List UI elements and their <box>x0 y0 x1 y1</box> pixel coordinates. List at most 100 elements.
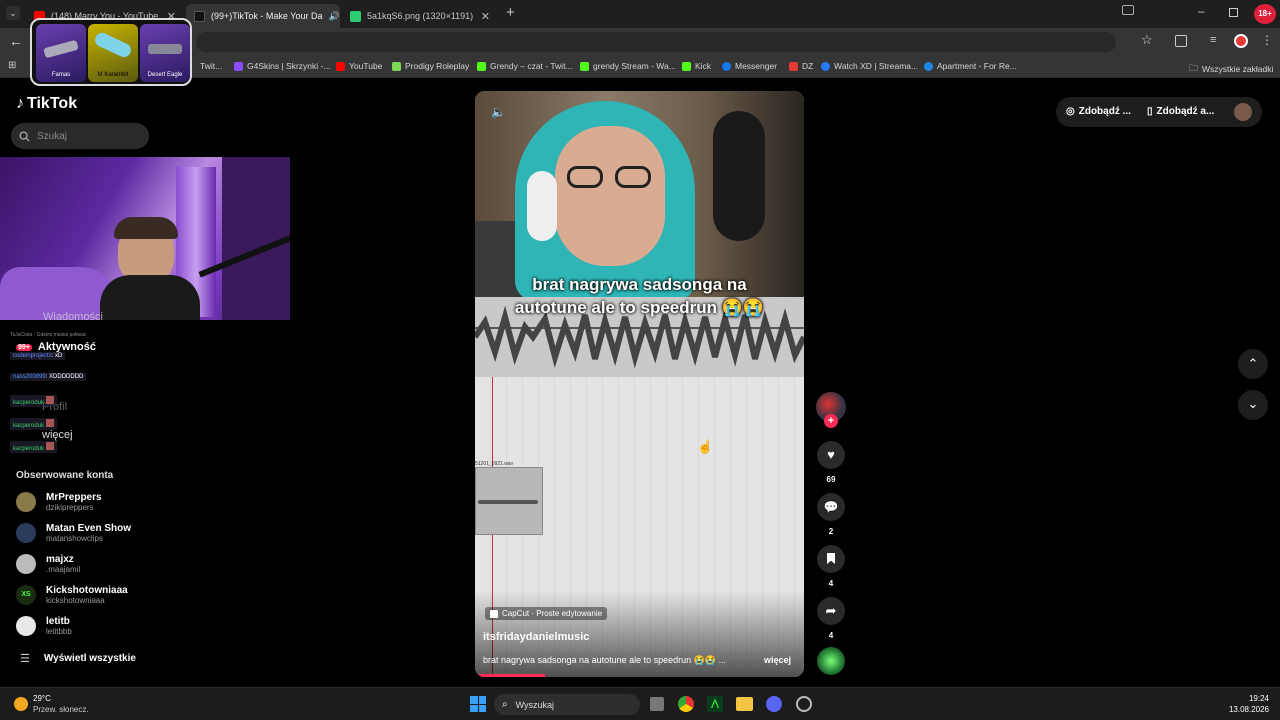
more-link[interactable]: więcej <box>764 655 791 665</box>
age-badge: 18+ <box>1254 4 1276 24</box>
search-placeholder: Wyszukaj <box>515 699 555 710</box>
bookmarks-bar: ⊞ Twit... G4Skins | Skrzynki -... YouTub… <box>0 56 1280 78</box>
tiktok-logo[interactable]: ♪ TikTok <box>16 95 77 113</box>
cast-icon[interactable] <box>1122 5 1134 15</box>
webcam-feed <box>0 157 290 320</box>
bookmark-label: DZ <box>802 61 814 71</box>
capcut-tag[interactable]: CapCut · Proste edytowanie <box>485 607 608 620</box>
tiktok-note-icon: ♪ <box>16 95 24 112</box>
bookmark-label: Twit... <box>200 61 223 71</box>
comment-icon[interactable]: 💬 <box>817 493 845 521</box>
followed-account[interactable]: letitb letitbbb <box>16 616 72 636</box>
menu-kebab-icon[interactable]: ⋮ <box>1261 33 1273 47</box>
close-icon[interactable]: ✕ <box>481 10 490 23</box>
bookmark[interactable]: Twit... <box>200 61 222 71</box>
share-icon[interactable]: ➦ <box>817 597 845 625</box>
user-avatar[interactable] <box>1234 103 1252 121</box>
bookmark[interactable]: grendy Stream - Wa... <box>580 61 676 71</box>
bookmark[interactable]: YouTube <box>336 61 382 71</box>
chrome-icon[interactable] <box>678 696 694 712</box>
account-name: Matan Even Show <box>46 523 132 534</box>
bookmark-label: Apartment - For Re... <box>937 61 1017 71</box>
clock-time[interactable]: 19:24 <box>1227 694 1269 703</box>
discord-icon[interactable] <box>766 696 782 712</box>
tab-tiktok[interactable]: (99+)TikTok - Make Your Da 🔊 ✕ <box>186 4 340 28</box>
chat-username: nass200899 <box>13 374 46 380</box>
chat-username: codeinprojects <box>13 353 52 359</box>
clock-date[interactable]: 13.08.2026 <box>1222 705 1269 714</box>
bookmark[interactable]: DZ <box>789 61 813 71</box>
account-name: MrPreppers <box>46 492 102 503</box>
reading-list-icon[interactable]: ≡ <box>1210 34 1216 46</box>
maximize-button[interactable] <box>1229 8 1238 17</box>
folder-icon[interactable] <box>736 697 753 711</box>
taskbar: 29°C Przew. słonecz. ⌕ Wyszukaj Λ 19:24 … <box>0 687 1280 720</box>
kick-icon <box>682 61 691 71</box>
bookmark[interactable]: Prodigy Roleplay <box>392 61 469 71</box>
notification-badge: 99+ <box>16 343 32 351</box>
button-label: Zdobądź ... <box>1078 106 1131 117</box>
taskbar-search[interactable]: ⌕ Wyszukaj <box>494 694 640 715</box>
mute-icon[interactable]: 🔈 <box>491 105 506 119</box>
weather-temp: 29°C <box>33 694 51 703</box>
chevron-down-icon[interactable]: ⌄ <box>1238 390 1268 420</box>
minimize-button[interactable]: – <box>1198 4 1205 18</box>
task-view-icon[interactable] <box>650 697 664 711</box>
sidebar-item-more[interactable]: więcej <box>42 429 73 441</box>
settings-icon[interactable] <box>796 696 812 712</box>
all-bookmarks[interactable]: 🗀 Wszystkie zakładki <box>1189 61 1273 77</box>
video-progress[interactable] <box>475 674 545 677</box>
overlay-card-label: M Karambit <box>97 72 129 78</box>
stream-overlay-cards: Famas M Karambit Desert Eagle <box>30 18 192 86</box>
profile-avatar[interactable] <box>1234 34 1248 48</box>
avatar <box>16 616 36 636</box>
caption-line: autotune ale to speedrun 😭😭 <box>514 298 765 317</box>
weapon-icon <box>43 39 79 59</box>
bookmark[interactable]: Messenger <box>722 61 777 71</box>
video-author[interactable]: itsfridaydanielmusic <box>483 631 589 643</box>
bookmark-icon <box>789 61 798 71</box>
apps-grid-icon[interactable]: ⊞ <box>8 60 20 72</box>
capcut-icon <box>490 609 498 618</box>
new-tab-button[interactable]: + <box>506 4 515 21</box>
kick-icon <box>580 61 589 71</box>
tab-search-button[interactable]: ⌄ <box>6 6 20 20</box>
bookmark[interactable]: Kick <box>682 61 711 71</box>
music-disc-icon[interactable] <box>817 647 845 675</box>
tab-image[interactable]: 5a1kqS6.png (1320×1191) ✕ <box>342 4 498 28</box>
bookmark[interactable]: G4Skins | Skrzynki -... <box>234 61 330 71</box>
back-arrow-icon[interactable]: ← <box>9 33 23 49</box>
followed-account[interactable]: majxz .maajamil <box>16 554 80 574</box>
omnibox[interactable] <box>196 32 1116 52</box>
coin-icon: ◎ <box>1066 106 1075 117</box>
show-all-button[interactable]: ☰ Wyświetl wszystkie <box>20 652 136 665</box>
search-input[interactable]: Szukaj <box>11 123 149 149</box>
weather-desc: Przew. słonecz. <box>33 705 89 714</box>
heart-icon[interactable]: ♥ <box>817 441 845 469</box>
get-app-button[interactable]: ▯ Zdobądź a... <box>1147 106 1214 117</box>
streamer-shirt <box>100 275 200 320</box>
chevron-up-icon[interactable]: ⌃ <box>1238 349 1268 379</box>
get-coins-button[interactable]: ◎ Zdobądź ... <box>1066 106 1131 117</box>
followed-account[interactable]: XS Kickshotowniaaa kickshotowniaaa <box>16 585 128 605</box>
star-icon[interactable]: ☆ <box>1141 32 1153 48</box>
avatar <box>16 492 36 512</box>
bookmark[interactable]: Grendy – czat - Twit... <box>477 61 573 71</box>
windows-start-icon[interactable] <box>470 696 486 712</box>
bookmark[interactable]: Apartment - For Re... <box>924 61 1017 71</box>
app-icon[interactable]: Λ <box>707 696 723 712</box>
chat-message: TaJaCiata · Gdzies masial pokwac <box>10 332 87 338</box>
sidebar-item-messages[interactable]: Wiadomości <box>18 311 103 323</box>
speaker-icon[interactable]: 🔊 <box>328 11 339 22</box>
youtube-icon <box>336 61 345 71</box>
save-count: 4 <box>828 579 834 588</box>
kick-icon <box>477 61 486 71</box>
person-face <box>555 126 665 266</box>
video-player[interactable]: 🔈 51201_0921.wav brat nagrywa sadsonga n… <box>475 91 804 677</box>
follow-plus-icon[interactable]: + <box>824 414 838 428</box>
bookmark-icon[interactable] <box>817 545 845 573</box>
followed-account[interactable]: Matan Even Show matanshowclips <box>16 523 131 543</box>
extensions-icon[interactable] <box>1175 35 1187 47</box>
bookmark[interactable]: Watch XD | Streama... <box>821 61 918 71</box>
followed-account[interactable]: MrPreppers dzikipreppers <box>16 492 102 512</box>
